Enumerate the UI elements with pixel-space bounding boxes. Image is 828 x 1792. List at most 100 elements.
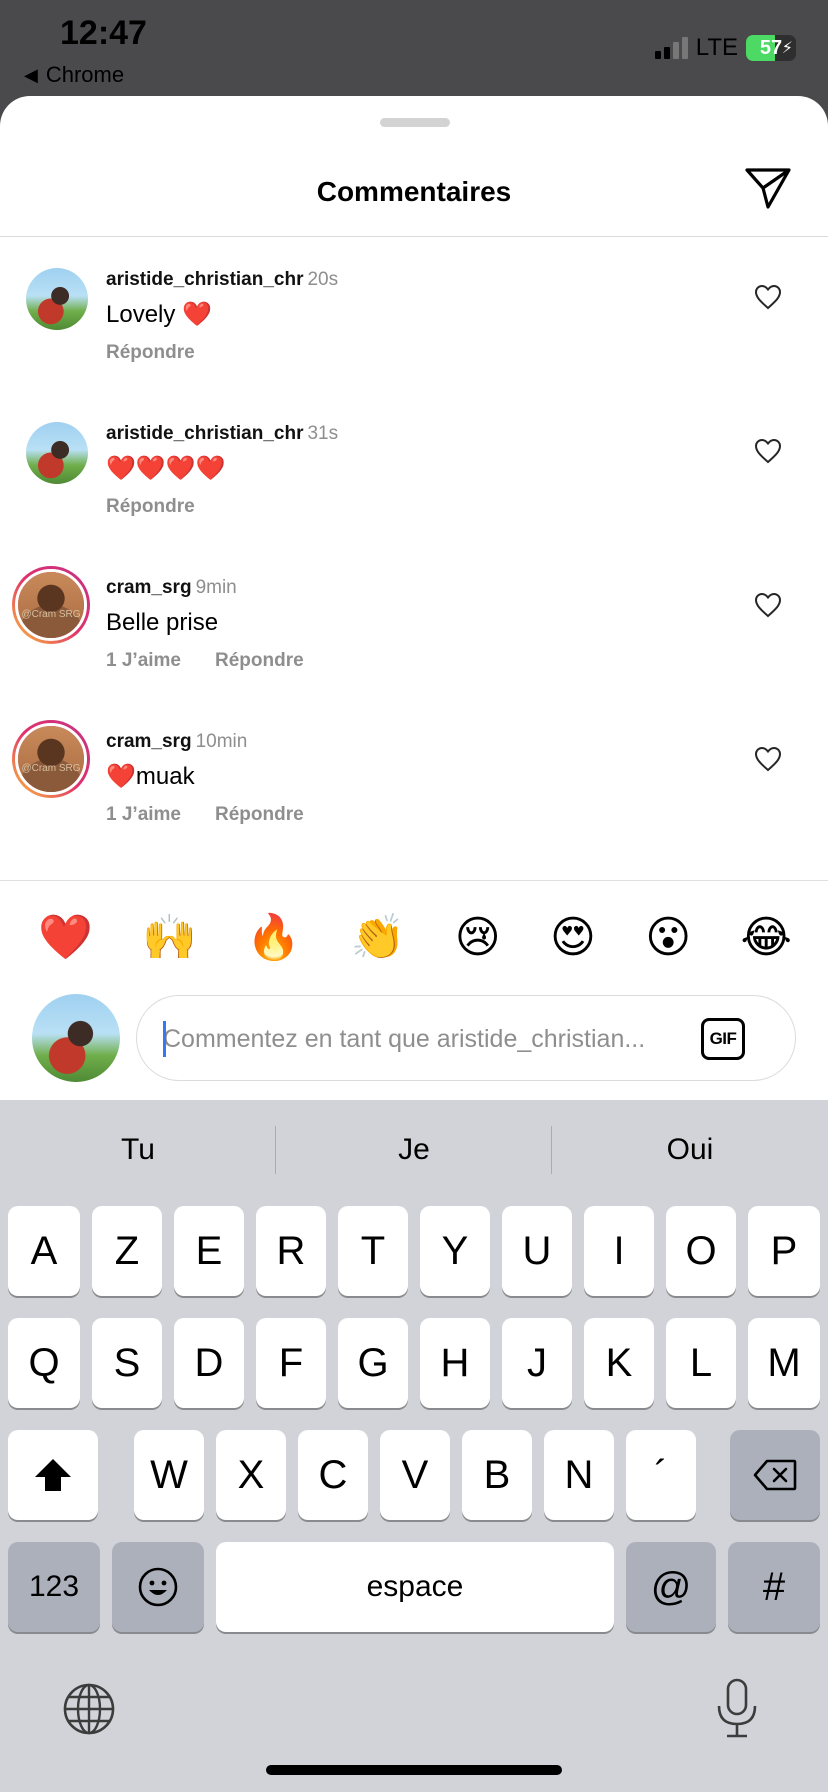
gif-button[interactable]: GIF — [701, 1018, 745, 1060]
dictation-button[interactable] — [714, 1678, 760, 1740]
emoji-laughing-button[interactable]: 😂 — [741, 908, 792, 968]
shift-arrow-icon — [35, 1459, 71, 1491]
emoji-surprised-button[interactable]: 😮 — [645, 908, 691, 968]
comment-item: @Cram SRG cram_srg 10min ❤️muak 1 J’aime R… — [0, 720, 828, 850]
likes-count[interactable]: 1 J’aime — [106, 650, 181, 672]
reply-button[interactable]: Répondre — [215, 804, 304, 826]
key-o[interactable]: O — [666, 1206, 736, 1296]
share-button[interactable] — [744, 166, 792, 210]
heart-icon — [754, 746, 782, 772]
at-key[interactable]: @ — [626, 1542, 716, 1632]
charging-bolt-icon: ⚡ — [781, 40, 793, 57]
key-v[interactable]: V — [380, 1430, 450, 1520]
key-p[interactable]: P — [748, 1206, 820, 1296]
key-c[interactable]: C — [298, 1430, 368, 1520]
emoji-keyboard-key[interactable] — [112, 1542, 204, 1632]
comment-input[interactable] — [163, 1020, 683, 1058]
reply-button[interactable]: Répondre — [106, 342, 195, 364]
status-bar: 12:47 ◀ Chrome LTE 57 ⚡ — [0, 0, 828, 96]
key-m[interactable]: M — [748, 1318, 820, 1408]
back-triangle-icon: ◀ — [24, 64, 38, 85]
avatar[interactable] — [26, 268, 88, 330]
avatar-with-story-ring[interactable]: @Cram SRG — [12, 566, 90, 644]
key-a[interactable]: A — [8, 1206, 80, 1296]
key-d[interactable]: D — [174, 1318, 244, 1408]
avatar[interactable] — [26, 422, 88, 484]
like-comment-button[interactable] — [754, 592, 782, 618]
key-q[interactable]: Q — [8, 1318, 80, 1408]
home-indicator[interactable] — [266, 1765, 562, 1775]
quick-emoji-bar: ❤️ 🙌 🔥 👏 😢 😍 😮 😂 — [0, 908, 828, 968]
suggestion-item[interactable]: Oui — [552, 1100, 828, 1200]
key-w[interactable]: W — [134, 1430, 204, 1520]
globe-icon — [63, 1683, 115, 1735]
title-divider — [0, 236, 828, 237]
emoji-heart-eyes-button[interactable]: 😍 — [550, 908, 596, 968]
sheet-title: Commentaires — [316, 176, 512, 207]
like-comment-button[interactable] — [754, 438, 782, 464]
key-u[interactable]: U — [502, 1206, 572, 1296]
comment-username[interactable]: cram_srg — [106, 731, 192, 752]
comment-composer: GIF — [136, 995, 796, 1081]
key-t[interactable]: T — [338, 1206, 408, 1296]
keyboard: Tu Je Oui A Z E R T Y U I O P Q S D F G … — [0, 1100, 828, 1792]
key-l[interactable]: L — [666, 1318, 736, 1408]
battery-percent: 57 — [759, 36, 783, 59]
comment-username[interactable]: aristide_christian_chr — [106, 423, 303, 444]
key-r[interactable]: R — [256, 1206, 326, 1296]
suggestion-item[interactable]: Je — [276, 1100, 552, 1200]
key-g[interactable]: G — [338, 1318, 408, 1408]
avatar-watermark: @Cram SRG — [21, 763, 81, 774]
comment-text: ❤️❤️❤️❤️ — [106, 455, 226, 482]
comment-username[interactable]: aristide_christian_chr — [106, 269, 303, 290]
backspace-key[interactable] — [730, 1430, 820, 1520]
key-acute-accent[interactable]: ´ — [626, 1430, 696, 1520]
key-b[interactable]: B — [462, 1430, 532, 1520]
comment-time: 31s — [307, 423, 339, 444]
emoji-heart-button[interactable]: ❤️ — [38, 908, 93, 968]
key-z[interactable]: Z — [92, 1206, 162, 1296]
key-x[interactable]: X — [216, 1430, 286, 1520]
key-n[interactable]: N — [544, 1430, 614, 1520]
key-j[interactable]: J — [502, 1318, 572, 1408]
key-h[interactable]: H — [420, 1318, 490, 1408]
hash-key[interactable]: # — [728, 1542, 820, 1632]
key-f[interactable]: F — [256, 1318, 326, 1408]
likes-count[interactable]: 1 J’aime — [106, 804, 181, 826]
reply-button[interactable]: Répondre — [215, 650, 304, 672]
key-e[interactable]: E — [174, 1206, 244, 1296]
key-y[interactable]: Y — [420, 1206, 490, 1296]
heart-icon — [754, 284, 782, 310]
key-k[interactable]: K — [584, 1318, 654, 1408]
like-comment-button[interactable] — [754, 746, 782, 772]
composer-avatar — [32, 994, 120, 1082]
emoji-fire-button[interactable]: 🔥 — [246, 908, 301, 968]
emoji-crying-button[interactable]: 😢 — [455, 908, 501, 968]
comment-item: aristide_christian_chr 20s Lovely ❤️ Répo… — [0, 268, 828, 388]
battery-icon: 57 ⚡ — [746, 35, 796, 61]
numbers-key[interactable]: 123 — [8, 1542, 100, 1632]
emoji-clap-button[interactable]: 👏 — [351, 908, 406, 968]
key-i[interactable]: I — [584, 1206, 654, 1296]
reply-button[interactable]: Répondre — [106, 496, 195, 518]
comments-sheet: Commentaires aristide_christian_chr 20s L… — [0, 96, 828, 1100]
comment-time: 10min — [195, 731, 248, 752]
shift-key[interactable] — [8, 1430, 98, 1520]
avatar-with-story-ring[interactable]: @Cram SRG — [12, 720, 90, 798]
like-comment-button[interactable] — [754, 284, 782, 310]
text-caret — [163, 1021, 166, 1057]
space-key[interactable]: espace — [216, 1542, 614, 1632]
comment-username[interactable]: cram_srg — [106, 577, 192, 598]
suggestion-item[interactable]: Tu — [0, 1100, 276, 1200]
back-to-app-link[interactable]: ◀ Chrome — [24, 62, 124, 88]
backspace-icon — [753, 1459, 797, 1491]
sheet-grabber[interactable] — [380, 118, 450, 127]
globe-keyboard-switch[interactable] — [62, 1682, 116, 1736]
heart-icon — [754, 438, 782, 464]
predictive-bar: Tu Je Oui — [0, 1100, 828, 1200]
comment-text: Lovely ❤️ — [106, 301, 212, 328]
emoji-raised-hands-button[interactable]: 🙌 — [142, 908, 197, 968]
avatar-watermark: @Cram SRG — [21, 609, 81, 620]
key-s[interactable]: S — [92, 1318, 162, 1408]
comment-text: ❤️muak — [106, 763, 195, 790]
